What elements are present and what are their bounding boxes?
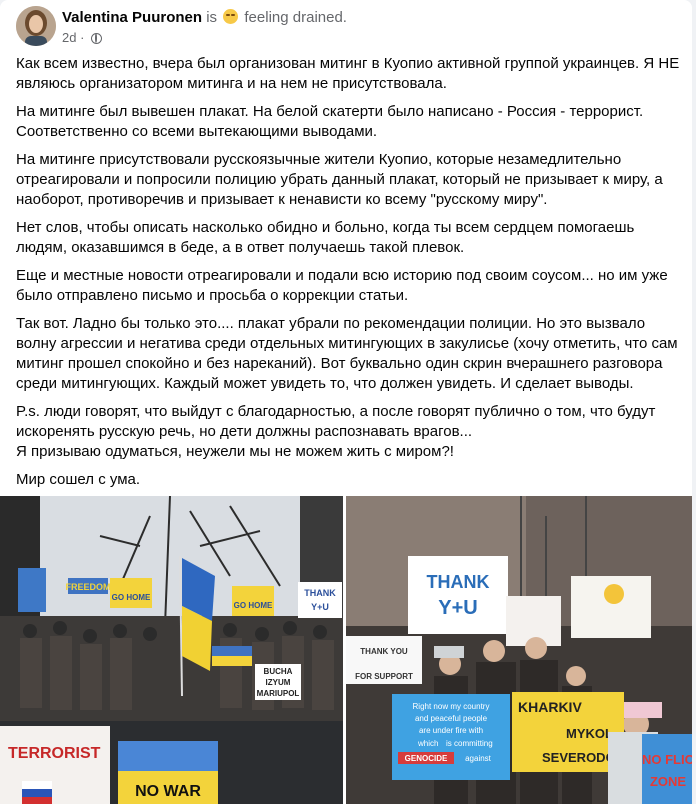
sign-text: is committing bbox=[446, 739, 493, 748]
sign-text: GENOCIDE bbox=[405, 754, 448, 763]
author-line: Valentina Puuronen is feeling drained. bbox=[62, 9, 347, 26]
sign-text: SEVERODO bbox=[542, 750, 616, 765]
sign-text: Y+U bbox=[438, 597, 477, 619]
post-paragraph: P.s. люди говорят, что выйдут с благодар… bbox=[16, 403, 656, 460]
sign-text: THANK YOU bbox=[360, 647, 408, 656]
sign-text: ZONE bbox=[650, 774, 686, 789]
sign-text: against bbox=[465, 754, 492, 763]
sign-text: GO HOME bbox=[112, 593, 151, 602]
sign-text: TERRORIST bbox=[8, 745, 101, 762]
sign-text: IZYUM bbox=[266, 678, 291, 687]
post-card: Valentina Puuronen is feeling drained. 2… bbox=[0, 0, 692, 804]
sign-text: Right now my country bbox=[413, 702, 490, 711]
sign-text: GO HOME bbox=[234, 601, 273, 610]
sign-text: Y+U bbox=[311, 602, 329, 612]
feeling-prefix: is bbox=[206, 9, 218, 26]
globe-icon[interactable] bbox=[91, 33, 103, 44]
drained-emoji-icon bbox=[223, 9, 239, 24]
sign-text: THANK bbox=[427, 572, 490, 592]
sign-text: BUCHA bbox=[264, 667, 293, 676]
post-time[interactable]: 2d bbox=[62, 30, 76, 45]
sign-text: MARIUPOL bbox=[257, 689, 300, 698]
sign-text: FOR SUPPORT bbox=[355, 672, 413, 681]
post-paragraph: Мир сошел с ума. bbox=[16, 471, 141, 488]
sign-text: KHARKIV bbox=[518, 699, 582, 715]
post-paragraph: На митинге был вывешен плакат. На белой … bbox=[16, 103, 644, 140]
rally-photo-2[interactable]: THANK Y+U THANK YOU FOR SUPPORT Right no… bbox=[346, 496, 692, 804]
avatar-image bbox=[16, 6, 56, 46]
meta-separator: · bbox=[80, 30, 85, 45]
author-name[interactable]: Valentina Puuronen bbox=[62, 9, 202, 26]
sign-text: NO WAR bbox=[135, 783, 201, 800]
rally-photo-1[interactable]: FREEDOM GO HOME GO HOME THANK Y+U BUCHA … bbox=[0, 496, 343, 804]
sign-text: which bbox=[417, 739, 438, 748]
post-meta: 2d · bbox=[62, 30, 103, 45]
post-paragraph: Как всем известно, вчера был организован… bbox=[16, 55, 680, 92]
post-paragraph: Нет слов, чтобы описать насколько обидно… bbox=[16, 219, 635, 256]
sign-text: MYKOL bbox=[566, 726, 613, 741]
post-paragraph: На митинге присутствовали русскоязычные … bbox=[16, 151, 663, 208]
sign-text: FREEDOM bbox=[66, 582, 111, 592]
sign-text: THANK bbox=[304, 588, 336, 598]
sign-text: are under fire with bbox=[419, 726, 483, 735]
sign-text: and peaceful people bbox=[415, 714, 488, 723]
post-paragraph: Так вот. Ладно бы только это.... плакат … bbox=[16, 315, 678, 392]
post-paragraph: Еще и местные новости отреагировали и по… bbox=[16, 267, 668, 304]
feeling-text: feeling drained. bbox=[244, 9, 347, 26]
sign-text: NO FLIC bbox=[642, 752, 692, 767]
avatar[interactable] bbox=[16, 6, 56, 46]
photo-grid: FREEDOM GO HOME GO HOME THANK Y+U BUCHA … bbox=[0, 496, 692, 804]
post-body: Как всем известно, вчера был организован… bbox=[16, 54, 680, 498]
